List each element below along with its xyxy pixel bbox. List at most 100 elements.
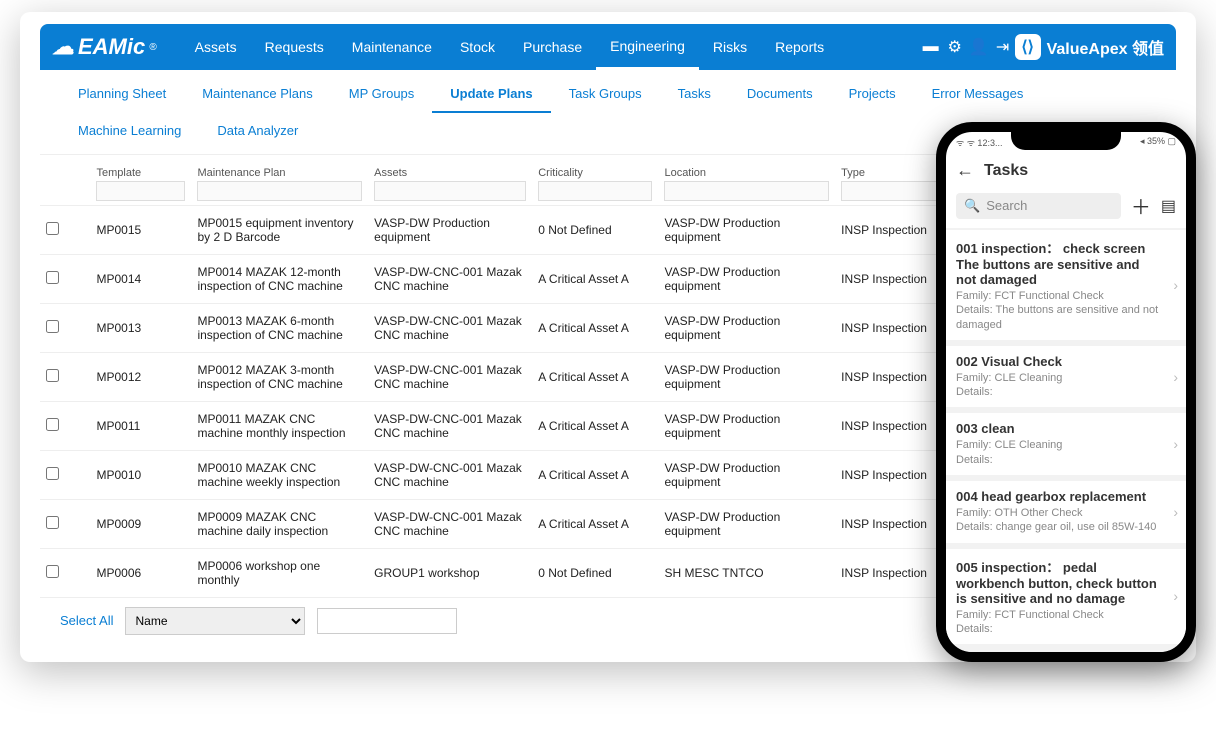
subnav-mp-groups[interactable]: MP Groups: [331, 76, 433, 113]
cloud-icon: ☁: [52, 34, 74, 60]
nav-stock[interactable]: Stock: [446, 24, 509, 70]
filter-location[interactable]: [664, 181, 829, 201]
logo-text: EAMic: [78, 34, 145, 60]
row-checkbox[interactable]: [46, 565, 59, 578]
search-placeholder: Search: [986, 198, 1027, 213]
cell-maintenance-plan: MP0015 equipment inventory by 2 D Barcod…: [191, 206, 368, 255]
subnav-error-messages[interactable]: Error Messages: [914, 76, 1042, 113]
cell-maintenance-plan: MP0009 MAZAK CNC machine daily inspectio…: [191, 500, 368, 549]
phone-notch: [1011, 132, 1121, 150]
search-icon: 🔍: [964, 198, 980, 214]
cell-template: MP0009: [90, 500, 191, 549]
task-card[interactable]: 003 cleanFamily: CLE CleaningDetails:›: [946, 413, 1186, 475]
task-details: Details: change gear oil, use oil 85W-14…: [956, 520, 1176, 534]
logout-icon[interactable]: ⇥: [991, 37, 1015, 57]
cell-location: VASP-DW Production equipment: [658, 206, 835, 255]
search-input[interactable]: 🔍 Search: [956, 193, 1121, 219]
cell-location: VASP-DW Production equipment: [658, 500, 835, 549]
cell-template: MP0011: [90, 402, 191, 451]
phone-titlebar: ← Tasks: [946, 154, 1186, 187]
task-card[interactable]: 005 inspection： pedal workbench button, …: [946, 549, 1186, 645]
subnav-maintenance-plans[interactable]: Maintenance Plans: [184, 76, 331, 113]
cell-template: MP0015: [90, 206, 191, 255]
task-details: Details: The buttons are sensitive and n…: [956, 303, 1176, 332]
subnav-projects[interactable]: Projects: [831, 76, 914, 113]
cell-template: MP0013: [90, 304, 191, 353]
gear-icon[interactable]: ⚙: [943, 37, 967, 57]
top-nav: ☁ EAMic ® AssetsRequestsMaintenanceStock…: [40, 24, 1176, 70]
cell-template: MP0012: [90, 353, 191, 402]
cell-maintenance-plan: MP0010 MAZAK CNC machine weekly inspecti…: [191, 451, 368, 500]
col-location: Location: [658, 163, 835, 206]
nav-maintenance[interactable]: Maintenance: [338, 24, 446, 70]
cell-location: VASP-DW Production equipment: [658, 451, 835, 500]
subnav-documents[interactable]: Documents: [729, 76, 831, 113]
cell-criticality: 0 Not Defined: [532, 206, 658, 255]
nav-reports[interactable]: Reports: [761, 24, 838, 70]
cell-maintenance-plan: MP0013 MAZAK 6-month inspection of CNC m…: [191, 304, 368, 353]
subnav-tasks[interactable]: Tasks: [660, 76, 729, 113]
cell-criticality: A Critical Asset A: [532, 353, 658, 402]
subnav-planning-sheet[interactable]: Planning Sheet: [60, 76, 184, 113]
chat-icon[interactable]: ▬: [919, 38, 943, 56]
cell-criticality: A Critical Asset A: [532, 255, 658, 304]
user-icon[interactable]: 👤: [967, 37, 991, 57]
subnav-task-groups[interactable]: Task Groups: [551, 76, 660, 113]
filter-assets[interactable]: [374, 181, 526, 201]
cell-criticality: A Critical Asset A: [532, 402, 658, 451]
cell-assets: VASP-DW Production equipment: [368, 206, 532, 255]
cell-criticality: 0 Not Defined: [532, 549, 658, 598]
cell-template: MP0010: [90, 451, 191, 500]
nav-assets[interactable]: Assets: [181, 24, 251, 70]
nav-engineering[interactable]: Engineering: [596, 24, 699, 70]
back-icon[interactable]: ←: [956, 160, 974, 181]
col-maintenance-plan: Maintenance Plan: [191, 163, 368, 206]
cell-template: MP0006: [90, 549, 191, 598]
task-title: 005 inspection： pedal workbench button, …: [956, 557, 1176, 606]
subnav-data-analyzer[interactable]: Data Analyzer: [199, 113, 316, 148]
cell-maintenance-plan: MP0006 workshop one monthly: [191, 549, 368, 598]
subnav-update-plans[interactable]: Update Plans: [432, 76, 550, 113]
phone-title: Tasks: [984, 162, 1028, 180]
nav-purchase[interactable]: Purchase: [509, 24, 596, 70]
message-icon[interactable]: ▤: [1161, 196, 1176, 216]
task-details: Details:: [956, 622, 1176, 636]
task-family: Family: FCT Functional Check: [956, 608, 1176, 622]
subnav-machine-learning[interactable]: Machine Learning: [60, 113, 199, 148]
chevron-right-icon: ›: [1173, 588, 1178, 604]
select-all-link[interactable]: Select All: [60, 613, 113, 628]
add-icon[interactable]: ＋: [1131, 191, 1151, 220]
task-card[interactable]: 001 inspection： check screen The buttons…: [946, 230, 1186, 340]
footer-input[interactable]: [317, 608, 457, 634]
task-title: 004 head gearbox replacement: [956, 489, 1176, 504]
row-checkbox[interactable]: [46, 516, 59, 529]
filter-criticality[interactable]: [538, 181, 652, 201]
task-card[interactable]: 004 head gearbox replacementFamily: OTH …: [946, 481, 1186, 543]
row-checkbox[interactable]: [46, 271, 59, 284]
cell-assets: GROUP1 workshop: [368, 549, 532, 598]
task-card[interactable]: 002 Visual CheckFamily: CLE CleaningDeta…: [946, 346, 1186, 408]
chevron-right-icon: ›: [1173, 369, 1178, 385]
nav-risks[interactable]: Risks: [699, 24, 761, 70]
row-checkbox[interactable]: [46, 369, 59, 382]
nav-requests[interactable]: Requests: [251, 24, 338, 70]
cell-location: VASP-DW Production equipment: [658, 304, 835, 353]
filter-template[interactable]: [96, 181, 185, 201]
filter-maintenance plan[interactable]: [197, 181, 362, 201]
cell-assets: VASP-DW-CNC-001 Mazak CNC machine: [368, 304, 532, 353]
chevron-right-icon: ›: [1173, 277, 1178, 293]
cell-maintenance-plan: MP0011 MAZAK CNC machine monthly inspect…: [191, 402, 368, 451]
cell-criticality: A Critical Asset A: [532, 304, 658, 353]
cell-location: VASP-DW Production equipment: [658, 402, 835, 451]
footer-dropdown[interactable]: Name: [125, 607, 305, 635]
cell-location: VASP-DW Production equipment: [658, 353, 835, 402]
task-family: Family: CLE Cleaning: [956, 438, 1176, 452]
row-checkbox[interactable]: [46, 467, 59, 480]
status-left: ᯤ ᯤ 12:3...: [956, 136, 1002, 154]
task-details: Details:: [956, 385, 1176, 399]
cell-template: MP0014: [90, 255, 191, 304]
row-checkbox[interactable]: [46, 418, 59, 431]
task-title: 001 inspection： check screen The buttons…: [956, 238, 1176, 287]
row-checkbox[interactable]: [46, 222, 59, 235]
row-checkbox[interactable]: [46, 320, 59, 333]
